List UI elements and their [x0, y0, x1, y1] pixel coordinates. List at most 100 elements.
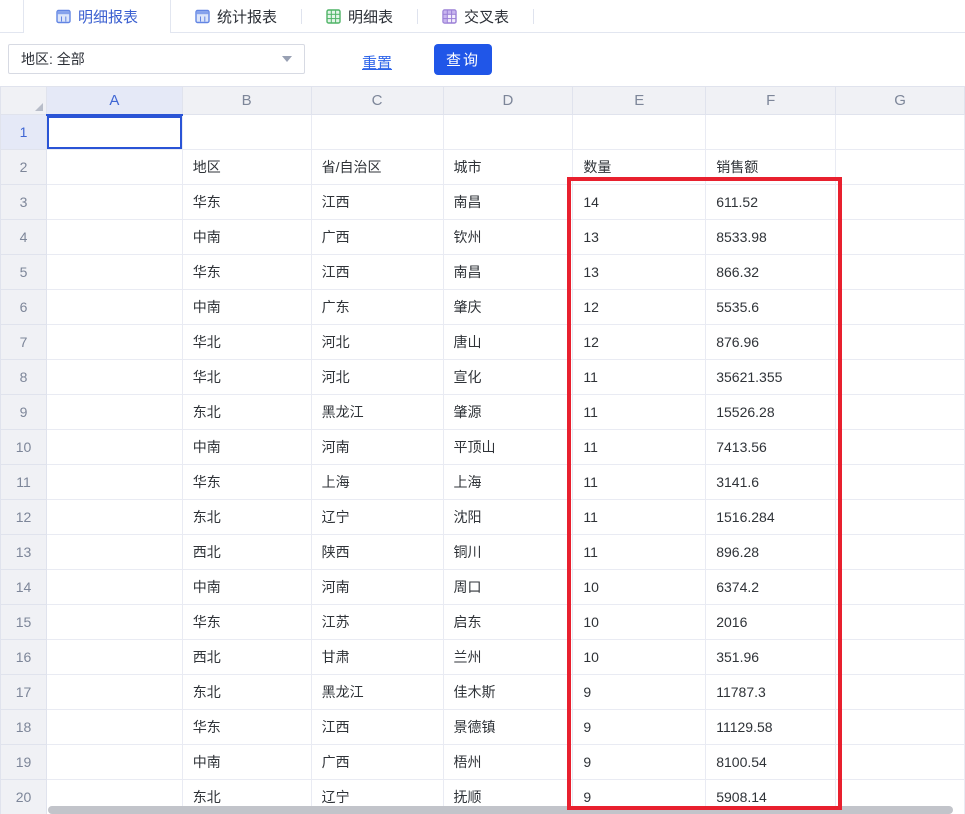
cell-F5[interactable]: 866.32 — [706, 255, 836, 290]
cell-A12[interactable] — [46, 500, 182, 535]
cell-E9[interactable]: 11 — [573, 395, 706, 430]
column-header-D[interactable]: D — [443, 87, 573, 115]
row-header-8[interactable]: 8 — [1, 360, 47, 395]
cell-G17[interactable] — [836, 675, 965, 710]
row-header-13[interactable]: 13 — [1, 535, 47, 570]
cell-A17[interactable] — [46, 675, 182, 710]
cell-G7[interactable] — [836, 325, 965, 360]
cell-C19[interactable]: 广西 — [311, 745, 443, 780]
cell-B5[interactable]: 华东 — [182, 255, 311, 290]
tab-detail-report[interactable]: 明细报表 — [23, 0, 171, 33]
cell-F11[interactable]: 3141.6 — [706, 465, 836, 500]
cell-D8[interactable]: 宣化 — [443, 360, 573, 395]
cell-D18[interactable]: 景德镇 — [443, 710, 573, 745]
tab-cross-table[interactable]: 交叉表 — [418, 0, 533, 32]
cell-A9[interactable] — [46, 395, 182, 430]
cell-E3[interactable]: 14 — [573, 185, 706, 220]
cell-B12[interactable]: 东北 — [182, 500, 311, 535]
cell-A5[interactable] — [46, 255, 182, 290]
cell-E12[interactable]: 11 — [573, 500, 706, 535]
cell-A19[interactable] — [46, 745, 182, 780]
cell-G6[interactable] — [836, 290, 965, 325]
cell-E2[interactable]: 数量 — [573, 150, 706, 185]
cell-A1[interactable] — [46, 115, 182, 150]
cell-G4[interactable] — [836, 220, 965, 255]
cell-A6[interactable] — [46, 290, 182, 325]
cell-D16[interactable]: 兰州 — [443, 640, 573, 675]
region-filter-dropdown[interactable]: 地区: 全部 — [8, 44, 305, 74]
cell-E6[interactable]: 12 — [573, 290, 706, 325]
cell-D3[interactable]: 南昌 — [443, 185, 573, 220]
cell-B10[interactable]: 中南 — [182, 430, 311, 465]
cell-B6[interactable]: 中南 — [182, 290, 311, 325]
cell-C3[interactable]: 江西 — [311, 185, 443, 220]
cell-E17[interactable]: 9 — [573, 675, 706, 710]
cell-F8[interactable]: 35621.355 — [706, 360, 836, 395]
cell-D14[interactable]: 周口 — [443, 570, 573, 605]
cell-F7[interactable]: 876.96 — [706, 325, 836, 360]
cell-F12[interactable]: 1516.284 — [706, 500, 836, 535]
tab-statistic-report[interactable]: 统计报表 — [171, 0, 301, 32]
cell-D5[interactable]: 南昌 — [443, 255, 573, 290]
cell-E7[interactable]: 12 — [573, 325, 706, 360]
cell-F18[interactable]: 11129.58 — [706, 710, 836, 745]
cell-E10[interactable]: 11 — [573, 430, 706, 465]
cell-D4[interactable]: 钦州 — [443, 220, 573, 255]
cell-F14[interactable]: 6374.2 — [706, 570, 836, 605]
reset-button[interactable]: 重置 — [362, 52, 392, 73]
cell-C6[interactable]: 广东 — [311, 290, 443, 325]
row-header-12[interactable]: 12 — [1, 500, 47, 535]
cell-G14[interactable] — [836, 570, 965, 605]
row-header-6[interactable]: 6 — [1, 290, 47, 325]
cell-E15[interactable]: 10 — [573, 605, 706, 640]
row-header-1[interactable]: 1 — [1, 115, 47, 150]
cell-A8[interactable] — [46, 360, 182, 395]
row-header-7[interactable]: 7 — [1, 325, 47, 360]
cell-G12[interactable] — [836, 500, 965, 535]
cell-G15[interactable] — [836, 605, 965, 640]
cell-C8[interactable]: 河北 — [311, 360, 443, 395]
cell-F4[interactable]: 8533.98 — [706, 220, 836, 255]
cell-F9[interactable]: 15526.28 — [706, 395, 836, 430]
cell-B7[interactable]: 华北 — [182, 325, 311, 360]
cell-D2[interactable]: 城市 — [443, 150, 573, 185]
cell-G16[interactable] — [836, 640, 965, 675]
cell-C9[interactable]: 黑龙江 — [311, 395, 443, 430]
row-header-18[interactable]: 18 — [1, 710, 47, 745]
cell-B13[interactable]: 西北 — [182, 535, 311, 570]
cell-B17[interactable]: 东北 — [182, 675, 311, 710]
cell-G11[interactable] — [836, 465, 965, 500]
row-header-20[interactable]: 20 — [1, 780, 47, 814]
cell-F2[interactable]: 销售额 — [706, 150, 836, 185]
cell-C15[interactable]: 江苏 — [311, 605, 443, 640]
cell-E5[interactable]: 13 — [573, 255, 706, 290]
cell-C13[interactable]: 陕西 — [311, 535, 443, 570]
cell-C2[interactable]: 省/自治区 — [311, 150, 443, 185]
row-header-5[interactable]: 5 — [1, 255, 47, 290]
cell-G8[interactable] — [836, 360, 965, 395]
cell-C11[interactable]: 上海 — [311, 465, 443, 500]
row-header-4[interactable]: 4 — [1, 220, 47, 255]
row-header-17[interactable]: 17 — [1, 675, 47, 710]
cell-E19[interactable]: 9 — [573, 745, 706, 780]
column-header-E[interactable]: E — [573, 87, 706, 115]
cell-F13[interactable]: 896.28 — [706, 535, 836, 570]
cell-D11[interactable]: 上海 — [443, 465, 573, 500]
cell-B18[interactable]: 华东 — [182, 710, 311, 745]
cell-D6[interactable]: 肇庆 — [443, 290, 573, 325]
column-header-G[interactable]: G — [836, 87, 965, 115]
cell-F16[interactable]: 351.96 — [706, 640, 836, 675]
row-header-14[interactable]: 14 — [1, 570, 47, 605]
cell-B9[interactable]: 东北 — [182, 395, 311, 430]
cell-C10[interactable]: 河南 — [311, 430, 443, 465]
cell-G2[interactable] — [836, 150, 965, 185]
cell-C16[interactable]: 甘肃 — [311, 640, 443, 675]
cell-B16[interactable]: 西北 — [182, 640, 311, 675]
cell-B1[interactable] — [182, 115, 311, 150]
cell-D7[interactable]: 唐山 — [443, 325, 573, 360]
cell-A10[interactable] — [46, 430, 182, 465]
cell-E8[interactable]: 11 — [573, 360, 706, 395]
tab-detail-table[interactable]: 明细表 — [302, 0, 417, 32]
cell-E14[interactable]: 10 — [573, 570, 706, 605]
cell-E13[interactable]: 11 — [573, 535, 706, 570]
